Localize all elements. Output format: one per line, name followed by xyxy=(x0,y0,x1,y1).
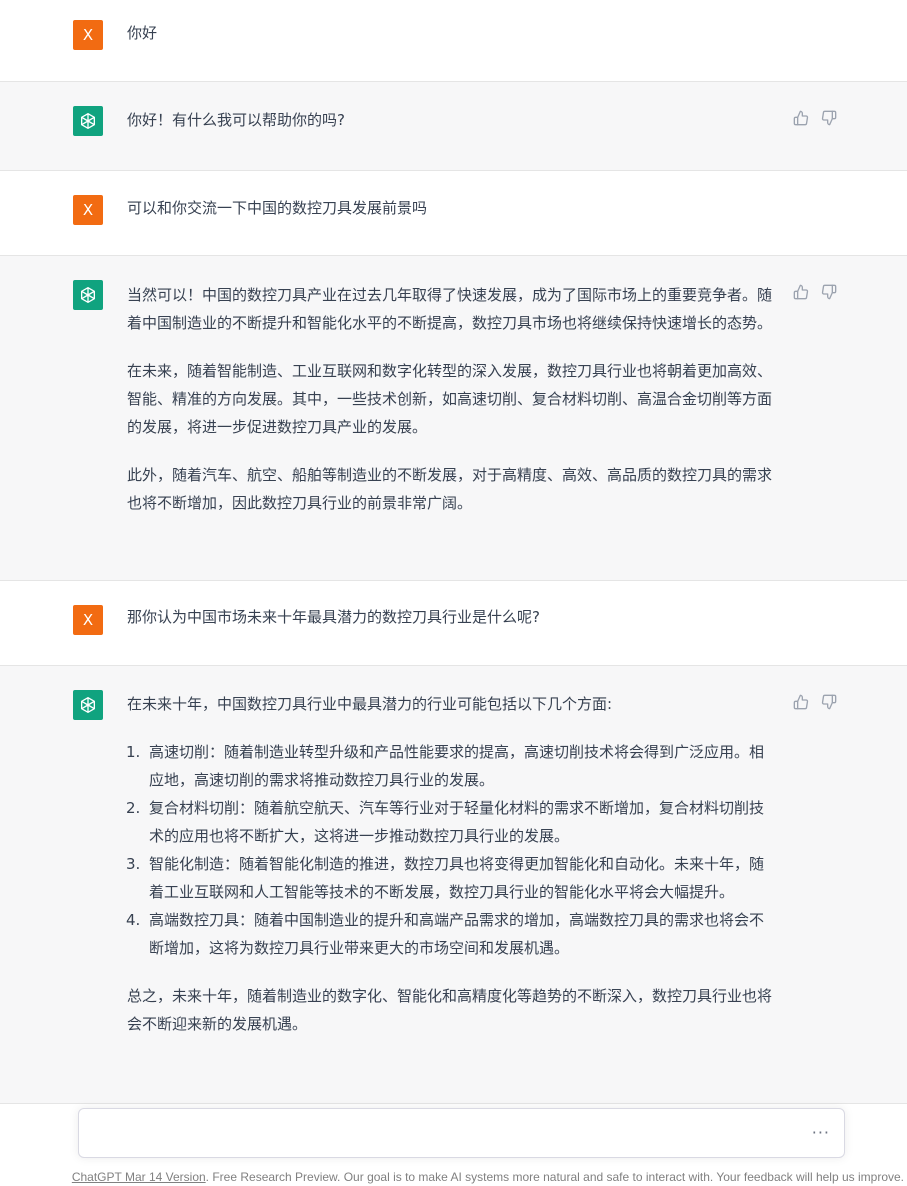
list-number: 4. xyxy=(126,911,141,929)
user-avatar-letter: X xyxy=(82,26,94,44)
user-avatar-letter: X xyxy=(82,201,94,219)
openai-logo-icon xyxy=(73,106,103,136)
thumbs-up-icon[interactable] xyxy=(790,108,812,128)
user-avatar: X xyxy=(73,20,103,50)
thumbs-down-icon[interactable] xyxy=(818,108,840,128)
user-message: X 那你认为中国市场未来十年最具潜力的数控刀具行业是什么呢? xyxy=(0,581,907,666)
list-item-text: 智能化制造：随着智能化制造的推进，数控刀具也将变得更加智能化和自动化。未来十年，… xyxy=(149,855,765,901)
thumbs-up-icon[interactable] xyxy=(790,282,812,302)
assistant-outro: 总之，未来十年，随着制造业的数字化、智能化和高精度化等趋势的不断深入，数控刀具行… xyxy=(127,987,773,1033)
list-number: 2. xyxy=(126,799,141,817)
list-item: 2. 复合材料切削：随着航空航天、汽车等行业对于轻量化材料的需求不断增加，复合材料… xyxy=(126,794,777,850)
user-message-text: 你好 xyxy=(127,24,158,42)
openai-logo-icon xyxy=(73,690,103,720)
assistant-paragraph: 当然可以！中国的数控刀具产业在过去几年取得了快速发展，成为了国际市场上的重要竞争… xyxy=(127,286,773,332)
feedback-buttons xyxy=(790,108,840,128)
user-message-text: 可以和你交流一下中国的数控刀具发展前景吗 xyxy=(127,199,428,217)
thumbs-down-icon[interactable] xyxy=(818,282,840,302)
user-avatar: X xyxy=(73,195,103,225)
list-item-text: 高速切削：随着制造业转型升级和产品性能要求的提高，高速切削技术将会得到广泛应用。… xyxy=(149,743,765,789)
list-item: 1. 高速切削：随着制造业转型升级和产品性能要求的提高，高速切削技术将会得到广泛应… xyxy=(126,738,777,794)
user-message: X 你好 xyxy=(0,0,907,82)
user-avatar: X xyxy=(73,605,103,635)
list-number: 1. xyxy=(126,743,141,761)
assistant-list: 1. 高速切削：随着制造业转型升级和产品性能要求的提高，高速切削技术将会得到广泛应… xyxy=(126,738,777,962)
assistant-message: 你好！有什么我可以帮助你的吗? xyxy=(0,82,907,171)
user-message-text: 那你认为中国市场未来十年最具潜力的数控刀具行业是什么呢? xyxy=(127,608,540,626)
user-message: X 可以和你交流一下中国的数控刀具发展前景吗 xyxy=(0,171,907,256)
assistant-message: 在未来十年，中国数控刀具行业中最具潜力的行业可能包括以下几个方面: 1. 高速切削… xyxy=(0,666,907,1104)
footer-disclaimer: ChatGPT Mar 14 Version. Free Research Pr… xyxy=(0,1170,907,1184)
thumbs-down-icon[interactable] xyxy=(818,692,840,712)
list-number: 3. xyxy=(126,855,141,873)
version-link[interactable]: ChatGPT Mar 14 Version xyxy=(72,1170,206,1184)
list-item: 3. 智能化制造：随着智能化制造的推进，数控刀具也将变得更加智能化和自动化。未来十… xyxy=(126,850,777,906)
feedback-buttons xyxy=(790,692,840,712)
assistant-message-text: 你好！有什么我可以帮助你的吗? xyxy=(127,111,345,129)
assistant-paragraph: 在未来，随着智能制造、工业互联网和数字化转型的深入发展，数控刀具行业也将朝着更加… xyxy=(127,362,773,436)
user-avatar-letter: X xyxy=(82,611,94,629)
assistant-paragraph: 此外，随着汽车、航空、船舶等制造业的不断发展，对于高精度、高效、高品质的数控刀具… xyxy=(127,466,773,512)
list-item-text: 高端数控刀具：随着中国制造业的提升和高端产品需求的增加，高端数控刀具的需求也将会… xyxy=(149,911,765,957)
list-item-text: 复合材料切削：随着航空航天、汽车等行业对于轻量化材料的需求不断增加，复合材料切削… xyxy=(149,799,765,845)
message-input[interactable]: ··· xyxy=(78,1108,845,1158)
thumbs-up-icon[interactable] xyxy=(790,692,812,712)
feedback-buttons xyxy=(790,282,840,302)
openai-logo-icon xyxy=(73,280,103,310)
assistant-intro: 在未来十年，中国数控刀具行业中最具潜力的行业可能包括以下几个方面: xyxy=(127,695,613,713)
more-dots-icon[interactable]: ··· xyxy=(812,1123,830,1142)
footer-text: . Free Research Preview. Our goal is to … xyxy=(205,1170,904,1184)
list-item: 4. 高端数控刀具：随着中国制造业的提升和高端产品需求的增加，高端数控刀具的需求也… xyxy=(126,906,777,962)
assistant-message: 当然可以！中国的数控刀具产业在过去几年取得了快速发展，成为了国际市场上的重要竞争… xyxy=(0,256,907,581)
